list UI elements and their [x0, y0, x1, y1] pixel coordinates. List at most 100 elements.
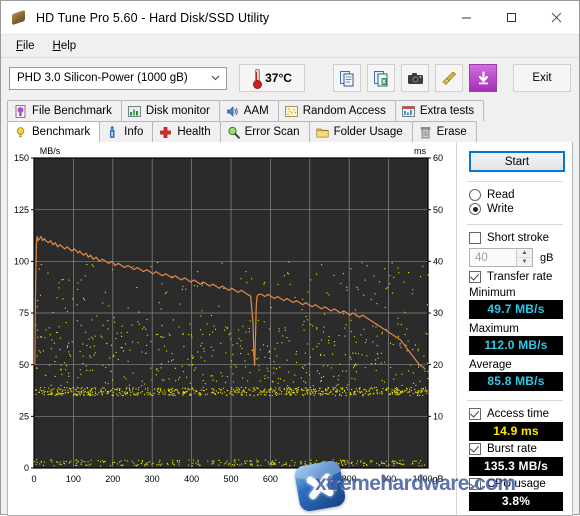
exit-button[interactable]: Exit	[513, 64, 571, 92]
svg-text:300: 300	[145, 474, 160, 484]
svg-text:200: 200	[105, 474, 120, 484]
save-download-button[interactable]	[469, 64, 497, 92]
svg-text:800: 800	[342, 474, 357, 484]
radio-read[interactable]: Read	[469, 189, 565, 201]
checkbox-cpu-usage-label: CPU usage	[487, 478, 546, 490]
purple-lightbulb-icon	[15, 104, 26, 118]
tab-health[interactable]: Health	[152, 121, 221, 142]
hd-tune-window: HD Tune Pro 5.60 - Hard Disk/SSD Utility…	[0, 0, 580, 516]
temperature-indicator: 37°C	[239, 64, 305, 92]
copy-to-clipboard-button[interactable]	[333, 64, 361, 92]
radio-read-label: Read	[487, 189, 515, 201]
tab-strip: File Benchmark Disk monitor AAM Random A…	[1, 98, 579, 142]
info-icon	[110, 125, 115, 138]
checkbox-cpu-usage-indicator	[469, 478, 481, 490]
checkbox-access-time[interactable]: Access time	[469, 408, 565, 420]
svg-text:50: 50	[433, 205, 443, 215]
red-cross-icon	[160, 126, 172, 138]
menu-help-rest: elp	[60, 40, 77, 52]
tab-aam-label: AAM	[243, 105, 269, 117]
short-stroke-stepper[interactable]: 40 ▲ ▼	[469, 248, 533, 267]
tab-error-scan-label: Error Scan	[244, 126, 300, 138]
svg-text:0: 0	[31, 474, 36, 484]
radio-write[interactable]: Write	[469, 203, 565, 215]
menu-file[interactable]: File	[7, 38, 44, 54]
tab-benchmark-label: Benchmark	[32, 126, 91, 138]
svg-text:150: 150	[14, 153, 29, 163]
checkbox-short-stroke[interactable]: Short stroke	[469, 232, 565, 244]
start-button[interactable]: Start	[469, 151, 565, 172]
stepper-up-icon[interactable]: ▲	[517, 249, 532, 258]
tab-extra-tests-label: Extra tests	[419, 105, 475, 117]
tab-file-benchmark-label: File Benchmark	[32, 105, 112, 117]
benchmark-panel: 0 25 50 75 100 125 150 10 20 30 40 50 60 0 100 200 300 40…	[7, 142, 573, 516]
svg-text:0: 0	[24, 463, 29, 473]
tab-random-access-label: Random Access	[302, 105, 386, 117]
svg-text:500: 500	[223, 474, 238, 484]
tab-extra-tests[interactable]: Extra tests	[394, 100, 485, 121]
tab-folder-usage[interactable]: Folder Usage	[308, 121, 413, 142]
short-stroke-value: 40	[475, 251, 488, 264]
divider-1	[467, 181, 563, 182]
screenshot-button[interactable]	[401, 64, 429, 92]
divider-2	[467, 224, 563, 225]
maximize-button[interactable]	[489, 1, 534, 34]
bar-chart-icon	[127, 105, 141, 117]
tab-file-benchmark[interactable]: File Benchmark	[7, 100, 122, 121]
folder-icon	[315, 128, 329, 137]
svg-text:125: 125	[14, 205, 29, 215]
tab-erase[interactable]: Erase	[411, 121, 477, 142]
tab-disk-monitor[interactable]: Disk monitor	[120, 100, 220, 121]
start-label: Start	[504, 155, 530, 168]
tab-erase-label: Erase	[436, 126, 467, 138]
svg-text:30: 30	[433, 308, 443, 318]
checkbox-transfer-rate[interactable]: Transfer rate	[469, 271, 565, 283]
toolbar: PHD 3.0 Silicon-Power (1000 gB) 37°C Exi…	[1, 58, 579, 98]
tab-error-scan[interactable]: Error Scan	[219, 121, 310, 142]
tab-aam[interactable]: AAM	[218, 100, 279, 121]
table-chart-icon	[401, 105, 415, 117]
window-controls	[444, 1, 579, 34]
broom-button[interactable]	[435, 64, 463, 92]
close-button[interactable]	[534, 1, 579, 34]
drive-select-value: PHD 3.0 Silicon-Power (1000 gB)	[17, 72, 188, 84]
checkbox-short-stroke-label: Short stroke	[487, 232, 549, 244]
short-stroke-unit: gB	[540, 251, 554, 264]
checkbox-burst-rate[interactable]: Burst rate	[469, 443, 565, 455]
temperature-value: 37°C	[265, 71, 292, 85]
average-value: 85.8 MB/s	[469, 372, 563, 391]
svg-text:MB/s: MB/s	[40, 146, 61, 156]
magnifier-icon	[228, 126, 240, 139]
short-stroke-size-row: 40 ▲ ▼ gB	[469, 248, 565, 267]
scatter-dots-icon	[284, 105, 298, 117]
svg-text:100: 100	[66, 474, 81, 484]
minimize-button[interactable]	[444, 1, 489, 34]
tab-benchmark[interactable]: Benchmark	[7, 121, 101, 142]
menu-bar: File Help	[1, 35, 579, 58]
export-spreadsheet-button[interactable]	[367, 64, 395, 92]
svg-text:1000gB: 1000gB	[412, 474, 443, 484]
stepper-down-icon[interactable]: ▼	[517, 258, 532, 266]
checkbox-transfer-rate-indicator	[469, 271, 481, 283]
tab-info[interactable]: Info	[99, 121, 154, 142]
average-label: Average	[469, 359, 512, 371]
window-title: HD Tune Pro 5.60 - Hard Disk/SSD Utility	[36, 10, 270, 25]
checkbox-short-stroke-indicator	[469, 232, 481, 244]
tab-disk-monitor-label: Disk monitor	[145, 105, 210, 117]
tab-health-label: Health	[177, 126, 211, 138]
exit-label: Exit	[532, 72, 552, 84]
benchmark-graph: 0 25 50 75 100 125 150 10 20 30 40 50 60 0 100 200 300 40…	[8, 142, 456, 515]
cpu-usage-value: 3.8%	[469, 492, 563, 511]
drive-select[interactable]: PHD 3.0 Silicon-Power (1000 gB)	[9, 66, 227, 90]
checkbox-cpu-usage[interactable]: CPU usage	[469, 478, 565, 490]
checkbox-transfer-rate-label: Transfer rate	[487, 271, 553, 283]
svg-text:10: 10	[433, 412, 443, 422]
menu-help[interactable]: Help	[44, 38, 86, 54]
tab-random-access[interactable]: Random Access	[277, 100, 396, 121]
checkbox-access-time-indicator	[469, 408, 481, 420]
benchmark-controls: Start Read Write Short stroke 40 ▲ ▼ gB …	[456, 142, 573, 515]
tab-info-label: Info	[124, 126, 144, 138]
chevron-down-icon	[208, 74, 222, 83]
maximum-label: Maximum	[469, 323, 519, 335]
stepper-buttons[interactable]: ▲ ▼	[516, 249, 532, 266]
